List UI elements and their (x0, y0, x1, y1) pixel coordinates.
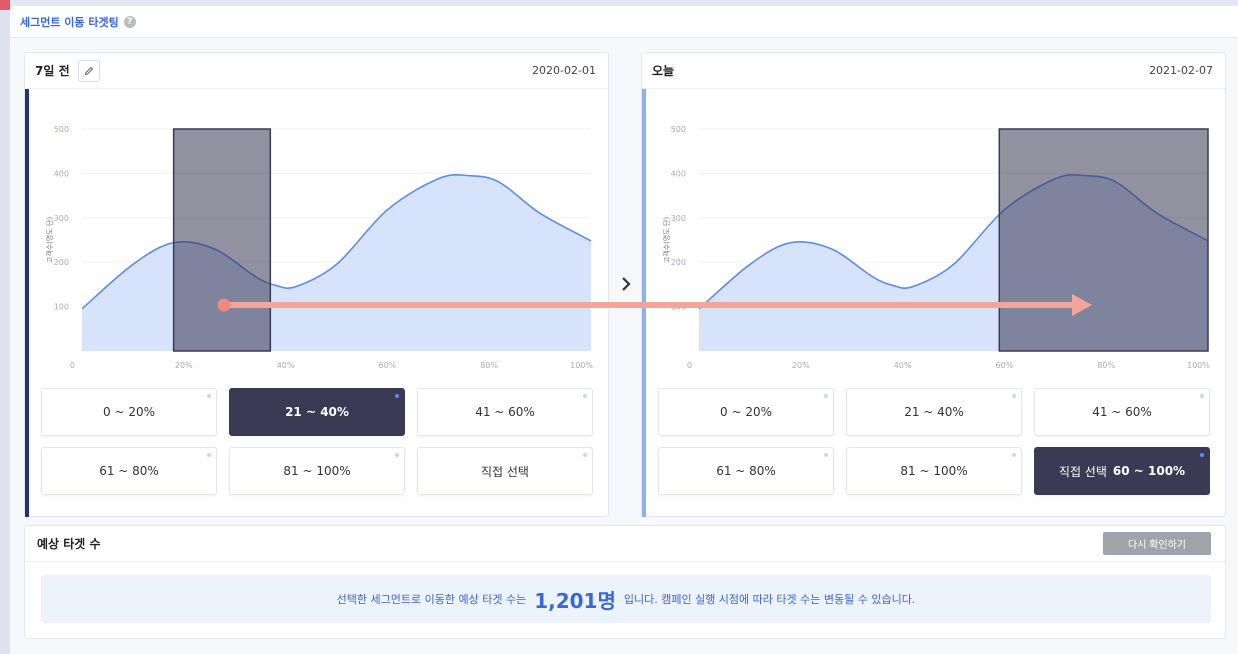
segment-option[interactable]: 21 ~ 40% (846, 388, 1022, 436)
segment-option[interactable]: 61 ~ 80% (41, 447, 217, 495)
panel-before-date: 2020-02-01 (532, 64, 596, 77)
estimate-title: 예상 타겟 수 (37, 537, 101, 551)
segment-option-range: 60 ~ 100% (1112, 464, 1186, 478)
segment-options-today: 0 ~ 20% 21 ~ 40% 41 ~ 60% 61 ~ 80% 81 ~ 100%… (658, 388, 1211, 495)
segment-option-label: 0 ~ 20% (103, 405, 155, 419)
status-dot-icon (583, 394, 587, 398)
x-tick-label: 20% (792, 361, 810, 370)
x-tick-label: 0 (687, 361, 692, 370)
estimate-message-suffix: 입니다. 캠페인 실행 시점에 따라 타겟 수는 변동될 수 있습니다. (623, 593, 916, 606)
y-tick-label: 200 (671, 258, 686, 267)
segment-options-before: 0 ~ 20% 21 ~ 40% 41 ~ 60% 61 ~ 80% 81 ~ 100%… (41, 388, 594, 495)
x-tick-label: 40% (894, 361, 912, 370)
status-dot-icon (395, 453, 399, 457)
segment-option[interactable]: 0 ~ 20% (41, 388, 217, 436)
segment-targeting-card: 세그먼트 이동 타겟팅 ? 7일 전 2020-02-01 500 400 300 2… (10, 6, 1238, 654)
status-dot-icon (824, 453, 828, 457)
x-tick-label: 20% (175, 361, 193, 370)
segment-option-label: 61 ~ 80% (716, 464, 776, 478)
panel-today-header: 오늘 2021-02-07 (642, 53, 1225, 89)
panel-before-header: 7일 전 2020-02-01 (25, 53, 608, 89)
segment-option-label: 직접 선택 (1058, 464, 1107, 479)
x-tick-label: 80% (480, 361, 498, 370)
recheck-button[interactable]: 다시 확인하기 (1103, 532, 1211, 555)
y-tick-label: 500 (671, 125, 686, 134)
x-tick-label: 0 (70, 361, 75, 370)
panel-today-date: 2021-02-07 (1149, 64, 1213, 77)
estimate-message: 선택한 세그먼트로 이동한 예상 타겟 수는 1,201명 입니다. 캠페인 실… (41, 575, 1211, 623)
status-dot-icon (207, 453, 211, 457)
status-dot-icon (207, 394, 211, 398)
segment-option-label: 41 ~ 60% (1092, 405, 1152, 419)
segment-option[interactable]: 41 ~ 60% (1034, 388, 1210, 436)
question-circle-icon[interactable]: ? (123, 15, 136, 28)
status-dot-icon (583, 453, 587, 457)
status-dot-icon (395, 394, 399, 398)
chart-before: 500400300200100020%40%60%80%100%구매 확률고객수… (45, 125, 593, 370)
panel-before-title: 7일 전 (35, 64, 70, 78)
panel-before: 7일 전 2020-02-01 500 400 300 200 100 0 20% 40% 60… (24, 52, 609, 517)
segment-option-label: 41 ~ 60% (475, 405, 535, 419)
y-axis-label: 고객수(명도 단) (662, 217, 671, 264)
x-tick-label: 100% (1187, 361, 1210, 370)
area-fill (82, 174, 591, 351)
segment-option[interactable]: 81 ~ 100% (229, 447, 405, 495)
segment-option-label: 61 ~ 80% (99, 464, 159, 478)
status-dot-icon (1012, 453, 1016, 457)
y-axis-label: 고객수(명도 단) (45, 217, 54, 264)
x-tick-label: 80% (1097, 361, 1115, 370)
segment-option-label: 81 ~ 100% (900, 464, 968, 478)
segment-option-label: 81 ~ 100% (283, 464, 351, 478)
segment-option[interactable]: 61 ~ 80% (658, 447, 834, 495)
panel-today: 오늘 2021-02-07 500 400 300 200 100 0 20% 40% 60% 8… (641, 52, 1226, 517)
pencil-icon[interactable] (77, 59, 100, 82)
status-dot-icon (1200, 394, 1204, 398)
segment-option[interactable]: 0 ~ 20% (658, 388, 834, 436)
status-dot-icon (824, 394, 828, 398)
selected-range[interactable] (998, 128, 1209, 352)
chart-today: 500400300200100020%40%60%80%100%구매 확률고객수… (662, 125, 1210, 370)
card-header: 세그먼트 이동 타겟팅 ? (10, 6, 1238, 38)
segment-option[interactable]: 41 ~ 60% (417, 388, 593, 436)
status-dot-icon (1200, 453, 1204, 457)
segment-option[interactable]: 직접 선택 (417, 447, 593, 495)
y-tick-label: 300 (54, 214, 69, 223)
segment-option-label: 직접 선택 (481, 464, 529, 479)
segment-option[interactable]: 81 ~ 100% (846, 447, 1022, 495)
x-tick-label: 60% (379, 361, 397, 370)
estimate-message-prefix: 선택한 세그먼트로 이동한 예상 타겟 수는 (336, 593, 527, 606)
segment-option[interactable]: 직접 선택 60 ~ 100% (1034, 447, 1210, 495)
y-tick-label: 400 (671, 169, 686, 178)
panel-today-title: 오늘 (652, 64, 675, 78)
estimate-count: 1,201명 (534, 588, 616, 613)
x-tick-label: 60% (996, 361, 1014, 370)
x-tick-label: 100% (570, 361, 593, 370)
background-left-edge (0, 0, 10, 654)
y-tick-label: 100 (54, 303, 69, 312)
segment-option-label: 21 ~ 40% (285, 405, 349, 419)
selected-range[interactable] (172, 128, 272, 352)
background-red-corner (0, 0, 10, 10)
segment-option-label: 21 ~ 40% (904, 405, 964, 419)
segment-option[interactable]: 21 ~ 40% (229, 388, 405, 436)
y-tick-label: 400 (54, 169, 69, 178)
segment-option-label: 0 ~ 20% (720, 405, 772, 419)
x-tick-label: 40% (277, 361, 295, 370)
y-tick-label: 500 (54, 125, 69, 134)
estimate-header: 예상 타겟 수 다시 확인하기 (25, 526, 1225, 562)
y-tick-label: 100 (671, 303, 686, 312)
y-tick-label: 200 (54, 258, 69, 267)
status-dot-icon (1012, 394, 1016, 398)
estimate-panel: 예상 타겟 수 다시 확인하기 선택한 세그먼트로 이동한 예상 타겟 수는 1… (24, 525, 1226, 639)
chevron-right-icon (622, 277, 631, 291)
page-title: 세그먼트 이동 타겟팅 (20, 15, 119, 29)
y-tick-label: 300 (671, 214, 686, 223)
